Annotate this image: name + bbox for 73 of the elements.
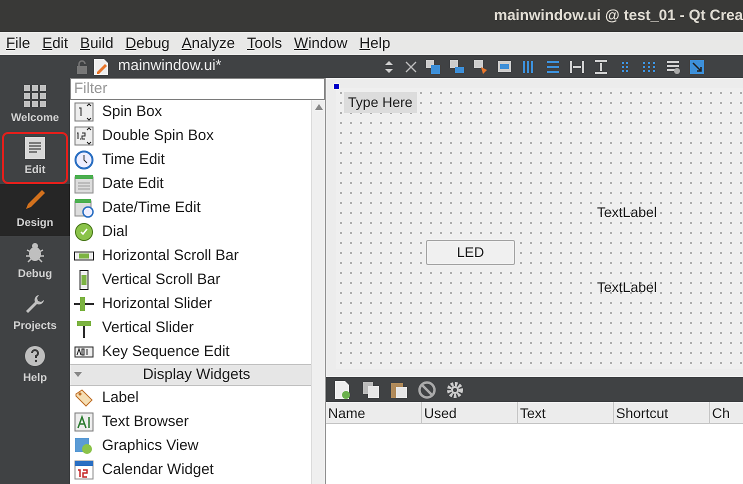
clipboard-icon[interactable] xyxy=(390,380,408,398)
copy-icon[interactable] xyxy=(362,380,380,398)
new-file-icon[interactable] xyxy=(334,380,352,400)
widget-item[interactable]: Date Edit xyxy=(70,172,311,196)
rows-icon[interactable] xyxy=(545,58,562,74)
calendar-clock-icon xyxy=(74,198,94,218)
settings-icon[interactable] xyxy=(446,380,464,398)
column-header[interactable]: Ch xyxy=(710,402,743,423)
menu-item[interactable]: Build xyxy=(80,36,114,51)
menu-item[interactable]: Edit xyxy=(42,36,68,51)
vertical-slider-icon xyxy=(74,318,94,338)
category-header[interactable]: Display Widgets xyxy=(70,364,311,386)
up-down-icon[interactable] xyxy=(384,60,394,74)
widget-item[interactable]: Double Spin Box xyxy=(70,124,311,148)
widget-item[interactable]: Text Browser xyxy=(70,410,311,434)
menu-item[interactable]: Tools xyxy=(247,36,282,51)
adjust-size-icon[interactable] xyxy=(689,58,706,74)
widget-item[interactable]: Vertical Slider xyxy=(70,316,311,340)
expand-icon xyxy=(74,372,82,378)
text-label[interactable]: TextLabel xyxy=(597,202,657,223)
prohibited-icon[interactable] xyxy=(418,380,436,398)
widget-item[interactable]: Key Sequence Edit xyxy=(70,340,311,364)
mode-button[interactable]: Help xyxy=(0,340,70,392)
document-name: mainwindow.ui* xyxy=(118,56,222,76)
filter-field[interactable]: Filter xyxy=(70,78,325,100)
horizontal-slider-icon xyxy=(74,294,94,314)
mode-button[interactable]: Debug xyxy=(0,236,70,288)
column-header[interactable]: Shortcut xyxy=(614,402,710,423)
widget-item[interactable]: Date/Time Edit xyxy=(70,196,311,220)
help-icon xyxy=(24,345,46,368)
column-header[interactable]: Used xyxy=(422,402,518,423)
widget-item[interactable]: Vertical Scroll Bar xyxy=(70,268,311,292)
widget-item[interactable]: Label xyxy=(70,386,311,410)
document-icon xyxy=(25,137,45,160)
graphics-icon xyxy=(74,436,94,456)
widget-item[interactable]: Spin Box xyxy=(70,100,311,124)
widget-item[interactable]: Calendar Widget xyxy=(70,458,311,482)
bug-icon xyxy=(24,241,46,264)
menu-item[interactable]: Help xyxy=(359,36,390,51)
column-header[interactable]: Text xyxy=(518,402,614,423)
close-icon[interactable] xyxy=(405,60,418,72)
clock-icon xyxy=(74,150,94,170)
text-label[interactable]: TextLabel xyxy=(597,277,657,298)
tag-icon xyxy=(74,388,94,408)
menu-item[interactable]: Window xyxy=(294,36,348,51)
file-icon xyxy=(93,58,109,76)
text-browser-icon xyxy=(74,412,94,432)
menu-item[interactable]: Debug xyxy=(125,36,170,51)
mode-button[interactable]: Edit xyxy=(2,132,68,184)
scroll-up-icon[interactable] xyxy=(314,104,322,110)
widget-item[interactable]: Graphics View xyxy=(70,434,311,458)
mode-button[interactable]: Projects xyxy=(0,288,70,340)
mode-button[interactable]: Design xyxy=(0,184,70,236)
led-button[interactable]: LED xyxy=(426,240,515,265)
dial-icon xyxy=(74,222,94,242)
widget-item[interactable]: Time Edit xyxy=(70,148,311,172)
widget-item[interactable]: Dial xyxy=(70,220,311,244)
menu-item[interactable]: Analyze xyxy=(182,36,236,51)
spin-box-icon xyxy=(74,126,94,146)
mode-button[interactable]: Welcome xyxy=(0,80,70,132)
scroll-bar[interactable] xyxy=(311,100,325,484)
spin-box-icon xyxy=(74,102,94,122)
calendar-icon xyxy=(74,174,94,194)
wrench-icon xyxy=(24,293,46,316)
calendar-icon xyxy=(74,460,94,480)
menu-placeholder[interactable]: Type Here xyxy=(344,92,417,113)
column-header[interactable]: Name xyxy=(326,402,422,423)
menu-item[interactable]: File xyxy=(6,36,30,51)
widget-item[interactable]: Horizontal Slider xyxy=(70,292,311,316)
selection-handle[interactable] xyxy=(334,84,339,89)
window-title: mainwindow.ui @ test_01 - Qt Crea xyxy=(494,6,743,26)
widget-item[interactable]: Horizontal Scroll Bar xyxy=(70,244,311,268)
grid-icon xyxy=(24,85,46,108)
